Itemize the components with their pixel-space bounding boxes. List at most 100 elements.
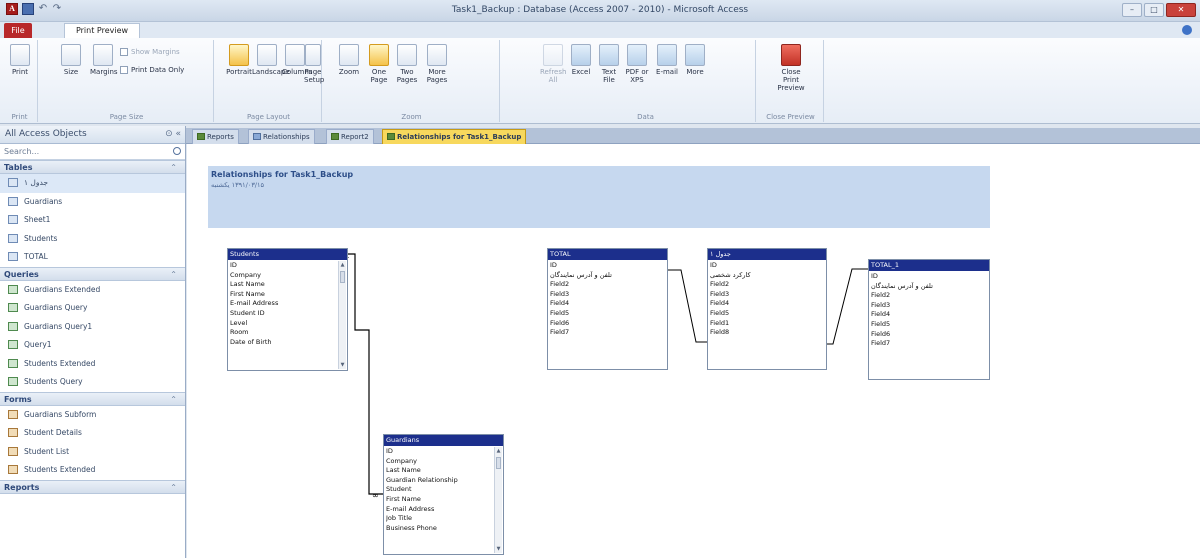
refresh-all-button[interactable]: Refresh All <box>540 44 566 84</box>
portrait-button[interactable]: Portrait <box>226 44 252 76</box>
table-students[interactable]: Students ID Company Last Name First Name… <box>227 248 348 371</box>
one-page-button[interactable]: One Page <box>366 44 392 84</box>
nav-pane-controls[interactable]: ⊙ « <box>165 126 181 143</box>
tab-print-preview[interactable]: Print Preview <box>64 23 140 38</box>
ribbon-tab-row: File Print Preview <box>0 22 1200 38</box>
nav-section-queries[interactable]: Queries ⌃ <box>0 266 185 281</box>
doc-tab-relationships[interactable]: Relationships <box>248 129 315 144</box>
text-file-export-button[interactable]: Text File <box>596 44 622 84</box>
nav-item-table[interactable]: TOTAL <box>0 248 185 267</box>
nav-search-box[interactable]: Search... <box>0 144 185 160</box>
more-export-button[interactable]: More <box>682 44 708 76</box>
field-item: ID <box>386 447 393 455</box>
nav-item-form[interactable]: Students Extended <box>0 461 185 480</box>
nav-item-form[interactable]: Student List <box>0 443 185 462</box>
nav-section-reports[interactable]: Reports ⌃ <box>0 479 185 494</box>
two-pages-icon <box>397 44 417 66</box>
nav-item-table[interactable]: Students <box>0 230 185 249</box>
ribbon: Print Print Size Margins Show Margins Pr… <box>0 38 1200 124</box>
search-icon[interactable] <box>173 147 181 155</box>
minimize-button[interactable]: – <box>1122 3 1142 17</box>
print-data-only-checkbox[interactable]: Print Data Only <box>120 66 184 74</box>
group-label-print: Print <box>11 113 28 121</box>
table-guardians[interactable]: Guardians ID Company Last Name Guardian … <box>383 434 504 555</box>
maximize-button[interactable]: □ <box>1144 3 1164 17</box>
tab-file[interactable]: File <box>4 23 32 38</box>
print-preview-canvas[interactable]: Relationships for Task1_Backup ۱۳۹۱/۰۳/۱… <box>187 144 1200 558</box>
nav-item-form[interactable]: Student Details <box>0 424 185 443</box>
field-item: Field7 <box>550 328 570 337</box>
query-icon <box>8 340 18 349</box>
group-data: Refresh All Excel Text File PDF or XPS E… <box>536 40 756 122</box>
nav-item-table[interactable]: جدول ۱ <box>0 174 185 193</box>
email-button[interactable]: E-mail <box>654 44 680 76</box>
pdf-xps-export-button[interactable]: PDF or XPS <box>624 44 650 84</box>
table-total-1[interactable]: TOTAL_1 ID تلفن و آدرس نمایندگان Field2 … <box>868 259 990 380</box>
nav-section-forms[interactable]: Forms ⌃ <box>0 391 185 406</box>
field-list-scrollbar[interactable]: ▲ ▼ <box>494 447 502 553</box>
print-button[interactable]: Print <box>7 44 33 76</box>
doc-tab-relationships-for-task1[interactable]: Relationships for Task1_Backup <box>382 129 527 144</box>
group-zoom: Zoom One Page Two Pages More Pages Zoom <box>324 40 500 122</box>
form-icon <box>8 465 18 474</box>
doc-tab-reports[interactable]: Reports <box>192 129 239 144</box>
excel-icon <box>571 44 591 66</box>
nav-item-query[interactable]: Query1 <box>0 336 185 355</box>
title-bar: A ↶ ↷ Task1_Backup : Database (Access 20… <box>0 0 1200 22</box>
table-jadval-1[interactable]: جدول ۱ ID کارکرد شخصی Field2 Field3 Fiel… <box>707 248 827 370</box>
nav-pane-header[interactable]: All Access Objects ⊙ « <box>0 126 185 144</box>
field-list-scrollbar[interactable]: ▲ ▼ <box>338 261 346 369</box>
doc-tab-report2[interactable]: Report2 <box>326 129 374 144</box>
nav-item-query[interactable]: Students Query <box>0 373 185 392</box>
scroll-thumb[interactable] <box>496 457 501 469</box>
scroll-down-icon[interactable]: ▼ <box>339 362 346 368</box>
margins-button[interactable]: Margins <box>90 44 118 76</box>
scroll-down-icon[interactable]: ▼ <box>495 546 502 552</box>
report-header: Relationships for Task1_Backup ۱۳۹۱/۰۳/۱… <box>208 166 990 228</box>
navigation-pane: All Access Objects ⊙ « Search... Tables ⌃… <box>0 126 186 558</box>
collapse-icon: ⌃ <box>170 394 177 404</box>
scroll-up-icon[interactable]: ▲ <box>495 448 502 454</box>
field-item: Student ID <box>230 308 265 317</box>
close-print-preview-button[interactable]: Close Print Preview <box>774 44 808 92</box>
field-item: E-mail Address <box>386 504 435 513</box>
show-margins-checkbox[interactable]: Show Margins <box>120 48 180 56</box>
two-pages-button[interactable]: Two Pages <box>394 44 420 84</box>
nav-item-table[interactable]: Sheet1 <box>0 211 185 230</box>
nav-item-query[interactable]: Students Extended <box>0 355 185 374</box>
scroll-up-icon[interactable]: ▲ <box>339 262 346 268</box>
close-button[interactable]: ✕ <box>1166 3 1196 17</box>
field-item: Field7 <box>871 339 891 348</box>
email-icon <box>657 44 677 66</box>
size-button[interactable]: Size <box>58 44 84 76</box>
field-item: ID <box>230 261 237 269</box>
more-export-icon <box>685 44 705 66</box>
excel-export-button[interactable]: Excel <box>568 44 594 76</box>
table-total[interactable]: TOTAL ID تلفن و آدرس نمایندگان Field2 Fi… <box>547 248 668 370</box>
nav-item-query[interactable]: Guardians Query <box>0 299 185 318</box>
field-item: Date of Birth <box>230 337 272 346</box>
nav-item-query[interactable]: Guardians Extended <box>0 281 185 300</box>
nav-item-table[interactable]: Guardians <box>0 193 185 212</box>
refresh-icon <box>543 44 563 66</box>
table-title: TOTAL <box>548 249 667 260</box>
zoom-button[interactable]: Zoom <box>336 44 362 76</box>
more-pages-button[interactable]: More Pages <box>422 44 452 84</box>
nav-section-tables[interactable]: Tables ⌃ <box>0 160 185 174</box>
field-item: ID <box>710 261 717 269</box>
field-item: First Name <box>386 494 421 503</box>
nav-item-query[interactable]: Guardians Query1 <box>0 318 185 337</box>
nav-item-form[interactable]: Guardians Subform <box>0 406 185 425</box>
field-item: Field4 <box>550 299 570 308</box>
help-icon[interactable] <box>1182 25 1192 35</box>
field-item: Field2 <box>710 280 730 289</box>
scroll-thumb[interactable] <box>340 271 345 283</box>
page-setup-button[interactable]: Page Setup <box>304 44 324 84</box>
table-icon <box>8 196 18 206</box>
field-item: کارکرد شخصی <box>710 270 751 279</box>
form-icon <box>8 446 18 456</box>
landscape-button[interactable]: Landscape <box>252 44 290 76</box>
field-item: Company <box>230 270 261 279</box>
field-item: Job Title <box>386 514 413 523</box>
relationships-icon <box>253 133 261 140</box>
